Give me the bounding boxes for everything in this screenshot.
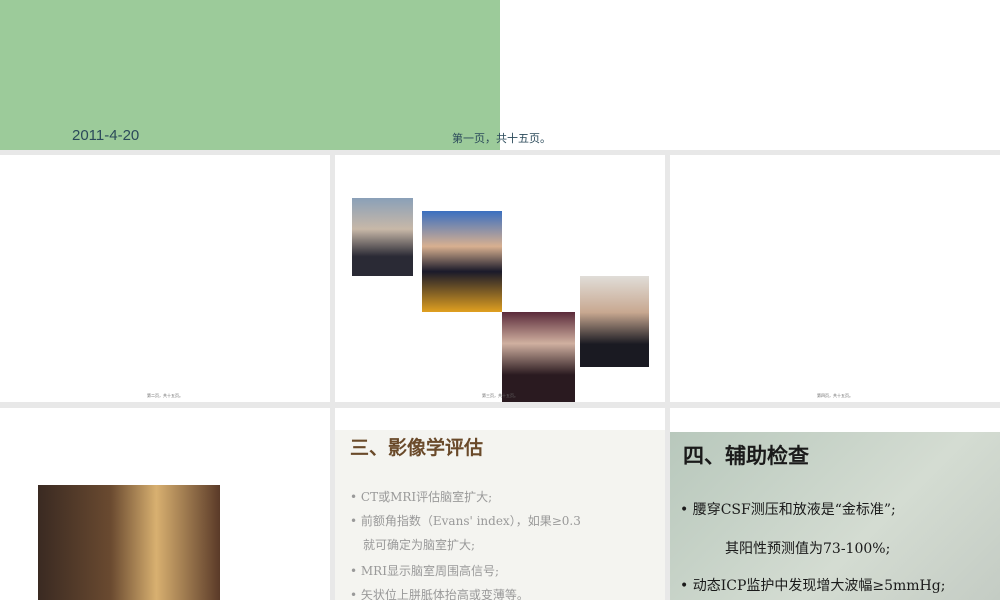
slide-footer: 第四页，共十五页。 xyxy=(670,393,1000,399)
bullet: • CT或MRI评估脑室扩大; xyxy=(350,488,492,505)
bullet: • 动态ICP监护中发现增大波幅≥5mmHg; xyxy=(680,575,945,595)
slide-5[interactable] xyxy=(0,408,330,600)
portrait-photo-4 xyxy=(580,276,649,367)
slide-1[interactable]: 2011-4-20 第一页，共十五页。 xyxy=(0,0,1000,150)
slide-7[interactable]: 四、辅助检查 • 腰穿CSF测压和放液是“金标准”; 其阳性预测值为73-100… xyxy=(670,408,1000,600)
portrait-photo-2 xyxy=(422,211,502,312)
slide-2[interactable]: 第二页，共十五页。 xyxy=(0,155,330,402)
slide-6[interactable]: 三、影像学评估 • CT或MRI评估脑室扩大; • 前额角指数（Evans' i… xyxy=(335,408,665,600)
slide-footer: 第一页，共十五页。 xyxy=(452,130,551,146)
speaker-photo xyxy=(38,485,220,600)
portrait-photo-1 xyxy=(352,198,413,276)
bullet: 就可确定为脑室扩大; xyxy=(363,536,475,553)
bullet: • MRI显示脑室周围高信号; xyxy=(350,562,499,579)
bullet: • 前额角指数（Evans' index），如果≥0.3 xyxy=(350,512,581,529)
slide-title: 四、辅助检查 xyxy=(683,440,809,470)
portrait-photo-3 xyxy=(502,312,575,402)
slide-footer: 第三页，共十五页。 xyxy=(335,393,665,399)
slide-3[interactable]: 第三页，共十五页。 xyxy=(335,155,665,402)
slide-date: 2011-4-20 xyxy=(72,127,139,144)
slide-footer: 第二页，共十五页。 xyxy=(0,393,330,399)
bullet: • 腰穿CSF测压和放液是“金标准”; xyxy=(680,499,896,519)
bullet: • 矢状位上胼胝体抬高或变薄等。 xyxy=(350,586,529,600)
slide-4[interactable]: 第四页，共十五页。 xyxy=(670,155,1000,402)
slide-title: 三、影像学评估 xyxy=(350,433,483,460)
bullet: 其阳性预测值为73-100%; xyxy=(725,538,890,558)
